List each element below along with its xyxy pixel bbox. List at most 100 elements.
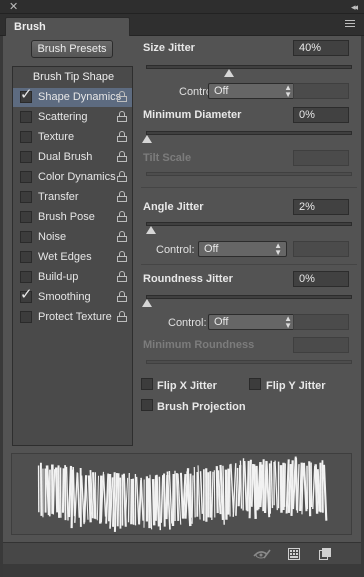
tab-row: Brush <box>0 14 364 37</box>
sidebar-item-transfer[interactable]: Transfer <box>13 188 132 207</box>
angle-jitter-field[interactable]: 2% <box>293 199 349 215</box>
minimum-roundness-field <box>293 337 349 353</box>
minimum-diameter-field[interactable]: 0% <box>293 107 349 123</box>
sidebar-item-label: Noise <box>38 231 67 243</box>
minimum-diameter-slider[interactable] <box>142 131 352 143</box>
item-checkbox[interactable] <box>20 311 32 323</box>
brush-presets-button[interactable]: Brush Presets <box>31 40 113 58</box>
angle-jitter-thumb[interactable] <box>146 226 157 234</box>
lock-icon[interactable] <box>117 251 127 262</box>
sidebar-item-label: Transfer <box>38 191 79 203</box>
sidebar-item-label: Scattering <box>38 111 88 123</box>
control-1-select[interactable]: Off ▲ ▼ <box>208 83 297 99</box>
roundness-jitter-label: Roundness Jitter <box>143 273 233 285</box>
item-checkbox[interactable] <box>20 251 32 263</box>
size-jitter-label: Size Jitter <box>143 42 195 54</box>
control-3-label: Control: <box>168 317 207 329</box>
item-checkbox[interactable] <box>20 271 32 283</box>
grid-icon[interactable] <box>288 548 300 560</box>
lock-icon[interactable] <box>117 271 127 282</box>
stepper-arrows-icon: ▲ ▼ <box>274 241 282 257</box>
panel-menu-icon[interactable] <box>345 20 355 30</box>
tab-brush[interactable]: Brush <box>5 17 130 37</box>
sidebar-item-label: Build-up <box>38 271 79 283</box>
minimum-roundness-label: Minimum Roundness <box>143 339 255 351</box>
item-checkbox[interactable] <box>20 111 32 123</box>
minimum-roundness-slider <box>146 360 352 364</box>
size-jitter-slider[interactable] <box>146 65 352 77</box>
close-icon[interactable]: ✕ <box>9 0 18 14</box>
sidebar-item-wet-edges[interactable]: Wet Edges <box>13 248 132 267</box>
sidebar-item-brush-pose[interactable]: Brush Pose <box>13 208 132 227</box>
sidebar-item-scattering[interactable]: Scattering <box>13 108 132 127</box>
item-checkbox[interactable] <box>20 211 32 223</box>
minimum-diameter-label: Minimum Diameter <box>143 109 242 121</box>
item-checkbox[interactable] <box>20 231 32 243</box>
item-checkbox[interactable] <box>20 131 32 143</box>
panel-bottom-strip <box>3 564 361 577</box>
sidebar-item-shape-dynamics[interactable]: ✓ Shape Dynamics <box>13 87 132 107</box>
brush-projection-label: Brush Projection <box>157 401 246 413</box>
lock-icon[interactable] <box>117 231 127 242</box>
separator <box>141 187 357 188</box>
sidebar-item-label: Protect Texture <box>38 311 112 323</box>
stepper-arrows-icon: ▲ ▼ <box>284 314 292 330</box>
checkmark-icon: ✓ <box>20 86 33 103</box>
brush-projection-checkbox[interactable] <box>141 399 153 411</box>
sidebar-item-dual-brush[interactable]: Dual Brush <box>13 148 132 167</box>
control-3-value: Off <box>214 316 229 328</box>
item-checkbox[interactable]: ✓ <box>20 87 33 103</box>
item-checkbox[interactable] <box>20 171 32 183</box>
item-checkbox[interactable] <box>20 191 32 203</box>
minimum-diameter-thumb[interactable] <box>142 135 152 143</box>
sidebar-item-label: Shape Dynamics <box>38 91 122 103</box>
roundness-jitter-field[interactable]: 0% <box>293 271 349 287</box>
lock-icon[interactable] <box>117 151 127 162</box>
flip-y-checkbox[interactable] <box>249 378 261 390</box>
lock-icon[interactable] <box>117 91 127 102</box>
sidebar-item-build-up[interactable]: Build-up <box>13 268 132 287</box>
angle-jitter-slider[interactable] <box>146 222 352 234</box>
lock-icon[interactable] <box>117 171 127 182</box>
lock-icon[interactable] <box>117 191 127 202</box>
panel-footer <box>3 542 361 564</box>
tilt-scale-field <box>293 150 349 166</box>
brush-tip-shape-heading[interactable]: Brush Tip Shape <box>13 71 134 83</box>
lock-icon[interactable] <box>117 111 127 122</box>
sidebar-item-label: Color Dynamics <box>38 171 116 183</box>
brush-settings-list: Brush Tip Shape ✓ Shape Dynamics Scatterin… <box>12 66 133 446</box>
roundness-jitter-slider[interactable] <box>142 295 352 307</box>
size-jitter-thumb[interactable] <box>223 69 234 77</box>
angle-jitter-label: Angle Jitter <box>143 201 204 213</box>
lock-icon[interactable] <box>117 311 127 322</box>
sidebar-item-texture[interactable]: Texture <box>13 128 132 147</box>
lock-icon[interactable] <box>117 131 127 142</box>
collapse-icon[interactable]: ◂◂ <box>351 0 358 14</box>
sidebar-item-label: Wet Edges <box>38 251 92 263</box>
control-2-extra-field <box>293 241 349 257</box>
control-3-select[interactable]: Off ▲ ▼ <box>208 314 297 330</box>
roundness-jitter-thumb[interactable] <box>142 299 152 307</box>
size-jitter-field[interactable]: 40% <box>293 40 349 56</box>
new-preset-icon[interactable] <box>319 548 331 560</box>
lock-icon[interactable] <box>117 211 127 222</box>
control-2-select[interactable]: Off ▲ ▼ <box>198 241 287 257</box>
sidebar-item-protect-texture[interactable]: Protect Texture <box>13 308 132 327</box>
control-1-value: Off <box>214 85 229 97</box>
sidebar-item-label: Smoothing <box>38 291 91 303</box>
sidebar-item-color-dynamics[interactable]: Color Dynamics <box>13 168 132 187</box>
sidebar-item-smoothing[interactable]: ✓ Smoothing <box>13 287 132 307</box>
sidebar-item-label: Dual Brush <box>38 151 93 163</box>
control-3-extra-field <box>293 314 349 330</box>
tab-brush-label: Brush <box>14 21 46 33</box>
sidebar-item-noise[interactable]: Noise <box>13 228 132 247</box>
flip-x-checkbox[interactable] <box>141 378 153 390</box>
window-titlebar: ✕ ◂◂ <box>0 0 364 14</box>
item-checkbox[interactable]: ✓ <box>20 287 33 303</box>
flip-x-label: Flip X Jitter <box>157 380 217 392</box>
lock-icon[interactable] <box>117 291 127 302</box>
item-checkbox[interactable] <box>20 151 32 163</box>
control-2-label: Control: <box>156 244 195 256</box>
flip-y-label: Flip Y Jitter <box>266 380 326 392</box>
eye-brush-icon[interactable] <box>253 548 271 560</box>
